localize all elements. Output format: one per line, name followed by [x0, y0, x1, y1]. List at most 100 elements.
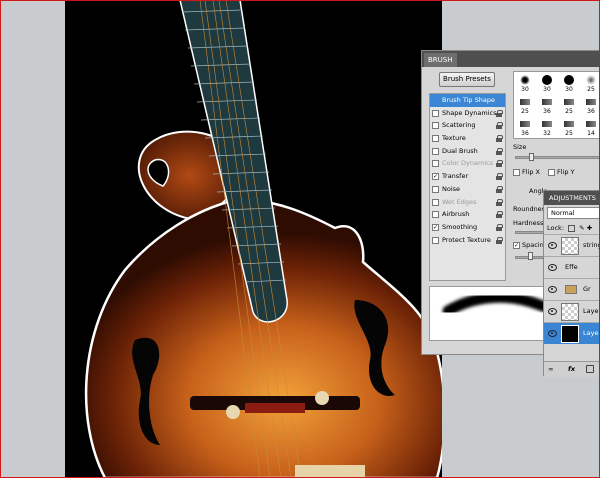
brush-setting-noise[interactable]: Noise: [430, 183, 505, 196]
brush-tip[interactable]: 25: [580, 72, 600, 94]
brush-setting-texture[interactable]: Texture: [430, 132, 505, 145]
lock-icon[interactable]: [496, 185, 503, 193]
hardness-slider[interactable]: [515, 231, 545, 234]
brush-tip[interactable]: 25: [558, 116, 580, 138]
size-slider-thumb[interactable]: [529, 153, 534, 161]
brush-setting-scattering[interactable]: Scattering: [430, 119, 505, 132]
lock-move-icon[interactable]: ✚: [587, 224, 592, 232]
eye-icon[interactable]: [548, 242, 557, 249]
setting-checkbox[interactable]: [432, 135, 439, 143]
layer-thumbnail: [561, 303, 579, 321]
spacing-slider-thumb[interactable]: [528, 252, 533, 260]
lock-icon[interactable]: [496, 236, 503, 244]
brush-tip-shape-icon: [520, 121, 530, 127]
brush-tip-size: 30: [521, 86, 529, 93]
eye-icon[interactable]: [548, 330, 557, 337]
flip-x-box[interactable]: [513, 168, 520, 176]
eye-icon[interactable]: [548, 264, 557, 271]
brush-tip[interactable]: 30: [558, 72, 580, 94]
layer-thumbnail: [565, 285, 577, 294]
brush-setting-brush-tip-shape[interactable]: Brush Tip Shape: [430, 94, 505, 107]
eye-icon[interactable]: [548, 286, 557, 293]
setting-checkbox[interactable]: ✓: [432, 173, 439, 181]
brush-tip[interactable]: 30: [514, 72, 536, 94]
brush-tip[interactable]: 25: [558, 94, 580, 116]
brush-tip[interactable]: 36: [580, 94, 600, 116]
setting-checkbox[interactable]: [432, 147, 439, 155]
brush-tip-shape-icon: [564, 75, 574, 85]
brush-tip[interactable]: 14: [580, 116, 600, 138]
tab-brush[interactable]: BRUSH: [424, 53, 457, 67]
lock-icon[interactable]: [496, 211, 503, 219]
blend-mode-select[interactable]: Normal: [547, 207, 600, 219]
setting-checkbox[interactable]: [432, 185, 439, 193]
layer-row[interactable]: Gr: [544, 278, 600, 300]
brush-tip-size: 25: [565, 108, 573, 115]
brush-tip[interactable]: 36: [536, 94, 558, 116]
lock-icon[interactable]: [496, 147, 503, 155]
lock-brush-icon[interactable]: ✎: [579, 224, 584, 232]
setting-checkbox[interactable]: [432, 160, 439, 168]
brush-setting-dual-brush[interactable]: Dual Brush: [430, 145, 505, 158]
setting-label: Smoothing: [442, 222, 478, 231]
brush-tip[interactable]: 32: [536, 116, 558, 138]
setting-checkbox[interactable]: [432, 122, 439, 130]
link-layers-icon[interactable]: ∞: [548, 365, 553, 373]
lock-icon[interactable]: [496, 223, 503, 231]
flip-x-checkbox[interactable]: Flip X: [513, 168, 540, 176]
lock-icon[interactable]: [496, 122, 503, 130]
brush-setting-wet-edges[interactable]: Wet Edges: [430, 196, 505, 209]
eye-icon[interactable]: [548, 308, 557, 315]
brush-tip[interactable]: 36: [514, 116, 536, 138]
brush-setting-shape-dynamics[interactable]: Shape Dynamics: [430, 107, 505, 120]
brush-setting-protect-texture[interactable]: Protect Texture: [430, 234, 505, 247]
spacing-box[interactable]: ✓: [513, 241, 520, 249]
brush-tip-shape-icon: [520, 99, 530, 105]
brush-tip-shape-icon: [564, 99, 574, 105]
lock-icon[interactable]: [496, 198, 503, 206]
lock-icon[interactable]: [496, 173, 503, 181]
setting-checkbox[interactable]: [432, 109, 439, 117]
flip-y-box[interactable]: [548, 168, 555, 176]
layer-row[interactable]: Laye: [544, 322, 600, 344]
setting-checkbox[interactable]: [432, 198, 439, 206]
brush-setting-transfer[interactable]: ✓ Transfer: [430, 170, 505, 183]
layer-row[interactable]: Effe: [544, 256, 600, 278]
setting-checkbox[interactable]: ✓: [432, 223, 439, 231]
brush-tip-size: 30: [565, 86, 573, 93]
brush-setting-smoothing[interactable]: ✓ Smoothing: [430, 221, 505, 234]
setting-checkbox[interactable]: [432, 211, 439, 219]
brush-tip[interactable]: 25: [514, 94, 536, 116]
layer-row[interactable]: Laye: [544, 300, 600, 322]
layer-mask-icon[interactable]: [586, 365, 594, 373]
brush-tip-shape-icon: [564, 121, 574, 127]
brush-setting-color-dynamics[interactable]: Color Dynamics: [430, 157, 505, 170]
size-slider-track[interactable]: [515, 156, 600, 159]
brush-setting-airbrush[interactable]: Airbrush: [430, 208, 505, 221]
lock-icon[interactable]: [496, 160, 503, 168]
layer-name: Gr: [583, 285, 591, 293]
setting-checkbox[interactable]: [432, 236, 439, 244]
brush-tip-shape-icon: [542, 121, 552, 127]
hardness-label: Hardness: [513, 219, 544, 227]
brush-tip[interactable]: 30: [536, 72, 558, 94]
layer-row[interactable]: string: [544, 234, 600, 256]
lock-icon[interactable]: [496, 135, 503, 143]
document-canvas[interactable]: [65, 0, 442, 478]
brush-tip-shape-icon: [586, 99, 596, 105]
layer-name: string: [583, 241, 600, 249]
brush-tip-size: 14: [587, 130, 595, 137]
brush-tip-size: 25: [587, 86, 595, 93]
layer-style-icon[interactable]: fx: [568, 365, 575, 373]
lock-transparent-icon[interactable]: [568, 224, 576, 232]
brush-tip-grid: 30 30 30 25 25 36 25 36 36 32 25 14: [513, 71, 600, 139]
size-label: Size: [513, 143, 527, 151]
brush-tip-size: 36: [587, 108, 595, 115]
lock-icon[interactable]: [496, 109, 503, 117]
layer-name: Laye: [583, 329, 599, 337]
tab-adjustments[interactable]: ADJUSTMENTS: [546, 192, 599, 205]
brush-tip-size: 36: [521, 130, 529, 137]
flip-y-checkbox[interactable]: Flip Y: [548, 168, 575, 176]
brush-presets-button[interactable]: Brush Presets: [439, 72, 495, 87]
layer-name: Laye: [583, 307, 599, 315]
